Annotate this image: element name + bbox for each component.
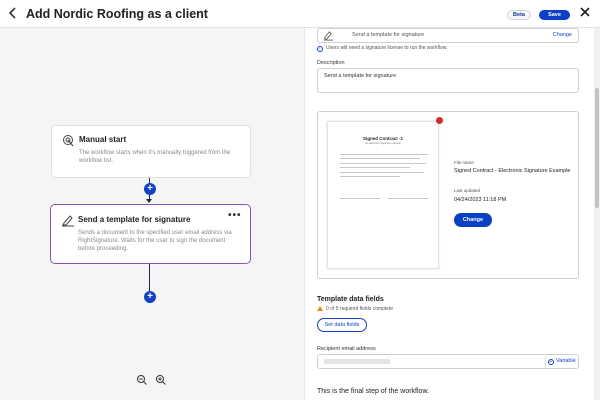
close-button[interactable] xyxy=(579,5,591,21)
last-updated-label: Last updated xyxy=(454,188,481,193)
panel-scrollbar[interactable] xyxy=(594,28,600,400)
required-fields-status: 0 of 5 required fields complete xyxy=(317,306,393,312)
last-updated-value: 04/24/2023 11:18 PM xyxy=(454,197,507,203)
final-step-text: This is the final step of the workflow. xyxy=(317,388,430,395)
pen-signature-icon xyxy=(323,31,334,41)
recipient-email-label: Recipient email address xyxy=(317,346,376,352)
template-fields-title: Template data fields xyxy=(317,296,384,303)
warning-icon xyxy=(317,306,323,311)
back-button[interactable] xyxy=(8,6,18,23)
change-template-button[interactable]: Change xyxy=(454,213,492,227)
info-icon: i xyxy=(317,46,323,52)
connector-line xyxy=(149,264,150,292)
description-value: Send a template for signature xyxy=(324,73,397,79)
node-description: Sends a document to the specified user e… xyxy=(78,230,232,252)
chevron-left-icon xyxy=(8,7,16,19)
field-divider xyxy=(545,356,546,367)
beta-badge: Beta xyxy=(507,10,531,20)
change-template-link[interactable]: Change xyxy=(553,32,572,38)
document-text-line xyxy=(340,167,410,168)
document-title: Signed Contract -1 xyxy=(362,136,403,141)
node-title: Send a template for signature xyxy=(78,215,191,224)
workflow-node-manual-start[interactable]: Manual start The workflow starts when it… xyxy=(51,125,251,178)
step-config-panel: Send a template for signature Change i Us… xyxy=(304,28,594,400)
node-title: Manual start xyxy=(79,135,127,144)
node-more-menu[interactable]: ••• xyxy=(228,210,242,221)
zoom-out-icon[interactable] xyxy=(136,374,148,386)
scrollbar-thumb[interactable] xyxy=(595,88,599,208)
template-field[interactable]: Send a template for signature Change xyxy=(317,28,579,43)
document-subtitle: An electronic signature example xyxy=(365,142,401,145)
template-preview-card: Signed Contract -1 An electronic signatu… xyxy=(317,111,579,279)
license-note-text: Users will need a signature license to r… xyxy=(326,45,448,51)
recipient-email-field[interactable]: + Variable xyxy=(317,354,579,369)
recipient-email-value xyxy=(324,359,390,364)
node-description: The workflow starts when it's manually t… xyxy=(79,150,231,164)
workflow-canvas[interactable]: Manual start The workflow starts when it… xyxy=(0,28,304,400)
pdf-badge xyxy=(436,117,443,124)
license-note: i Users will need a signature license to … xyxy=(317,45,447,52)
connector-arrow xyxy=(146,199,152,203)
set-data-fields-button[interactable]: Set data fields xyxy=(317,318,367,332)
file-name-label: File name xyxy=(454,160,474,165)
document-text-line xyxy=(340,154,428,155)
signature-line xyxy=(340,198,380,199)
signature-line xyxy=(388,198,428,199)
add-step-button[interactable]: + xyxy=(144,183,156,195)
page-title: Add Nordic Roofing as a client xyxy=(26,7,208,21)
document-text-line xyxy=(340,176,400,177)
workflow-node-send-template[interactable]: Send a template for signature ••• Sends … xyxy=(50,204,251,264)
add-step-button[interactable]: + xyxy=(144,291,156,303)
document-text-line xyxy=(340,172,424,173)
zoom-in-icon[interactable] xyxy=(155,374,167,386)
description-label: Description xyxy=(317,60,345,66)
close-icon xyxy=(580,7,590,17)
document-preview: Signed Contract -1 An electronic signatu… xyxy=(327,121,439,269)
tap-gesture-icon xyxy=(63,135,74,147)
description-field[interactable]: Send a template for signature xyxy=(317,68,579,93)
document-text-line xyxy=(340,163,426,164)
top-bar: Add Nordic Roofing as a client Beta Save xyxy=(0,0,600,28)
document-text-line xyxy=(340,158,420,159)
variable-label: Variable xyxy=(556,358,576,364)
add-circle-icon: + xyxy=(548,359,554,365)
pen-signature-icon xyxy=(62,215,74,227)
template-name: Send a template for signature xyxy=(352,32,425,38)
variable-button[interactable]: + Variable xyxy=(548,358,576,365)
save-button[interactable]: Save xyxy=(539,10,570,20)
file-name-value: Signed Contract - Electronic Signature E… xyxy=(454,168,571,174)
required-fields-text: 0 of 5 required fields complete xyxy=(326,306,393,312)
